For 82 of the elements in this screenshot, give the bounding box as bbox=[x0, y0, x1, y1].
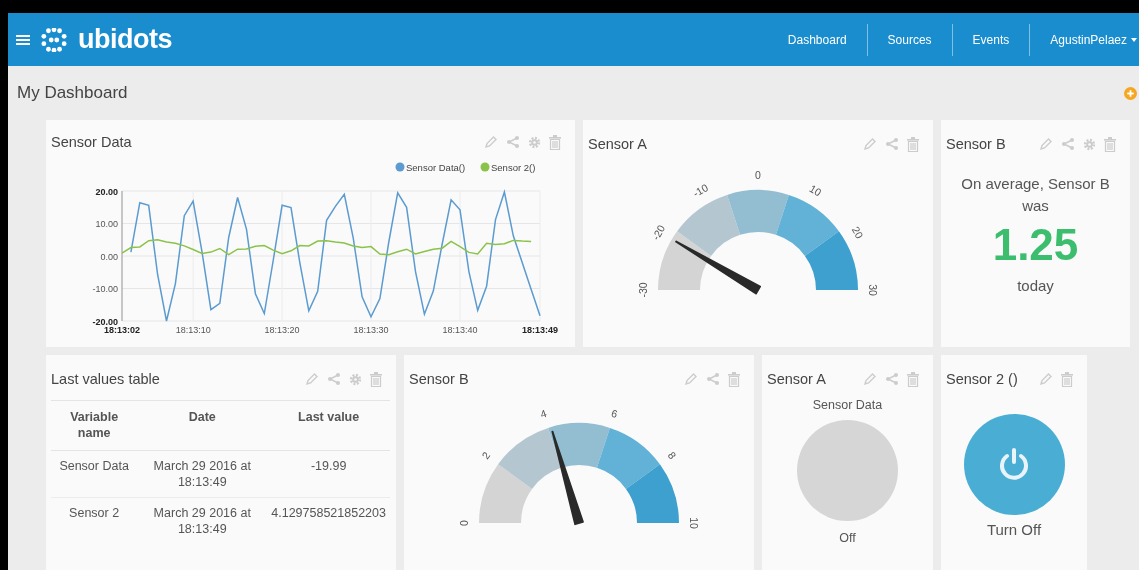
table-cell: Sensor 2 bbox=[51, 497, 138, 545]
gauge-tick-label: 4 bbox=[538, 406, 549, 421]
gauge-tick-label: -10 bbox=[690, 181, 710, 200]
widget-title: Sensor Data bbox=[51, 134, 132, 150]
trash-icon[interactable] bbox=[1104, 136, 1116, 152]
widget-title: Sensor 2 () bbox=[946, 371, 1018, 387]
brand-name[interactable]: ubidots bbox=[78, 24, 172, 55]
table-cell: -19.99 bbox=[267, 450, 390, 498]
table-cell: Sensor Data bbox=[51, 450, 138, 498]
trash-icon[interactable] bbox=[549, 134, 561, 150]
metric-value: 1.25 bbox=[991, 222, 1080, 267]
nav-link[interactable]: Events bbox=[951, 23, 1030, 56]
gear-icon[interactable] bbox=[1083, 137, 1096, 151]
share-icon[interactable] bbox=[885, 137, 899, 151]
x-tick-label: 18:13:10 bbox=[175, 325, 211, 335]
gauge-tick-label: 8 bbox=[665, 449, 679, 462]
gauge-tick-label: 30 bbox=[867, 284, 880, 296]
trash-icon[interactable] bbox=[907, 371, 919, 387]
share-icon[interactable] bbox=[327, 372, 341, 386]
gauge-tick-label: 20 bbox=[849, 224, 866, 241]
gauge-tick-label: 0 bbox=[457, 520, 470, 526]
y-tick-label: 0.00 bbox=[100, 251, 118, 262]
gauge-tick-label: 10 bbox=[688, 517, 701, 529]
pencil-icon[interactable] bbox=[484, 135, 498, 149]
caret-icon bbox=[1131, 37, 1137, 42]
gauge-tick-label: 6 bbox=[609, 406, 620, 421]
gauge-tick-label: 2 bbox=[479, 449, 493, 462]
menu-icon[interactable] bbox=[16, 33, 30, 46]
gauge-tick-label: -30 bbox=[636, 282, 649, 298]
trash-icon[interactable] bbox=[370, 371, 382, 387]
trash-icon[interactable] bbox=[907, 136, 919, 152]
widget-title: Sensor A bbox=[767, 371, 826, 387]
indicator-label: Sensor Data bbox=[812, 398, 883, 412]
column-header: Variable name bbox=[51, 400, 138, 450]
pencil-icon[interactable] bbox=[1039, 372, 1053, 386]
dots-logo-icon bbox=[40, 27, 68, 52]
y-tick-label: 10.00 bbox=[95, 219, 118, 229]
nav-link[interactable]: Sources bbox=[866, 23, 952, 56]
gauge-tick-label: 0 bbox=[755, 168, 761, 181]
gear-icon[interactable] bbox=[528, 135, 541, 149]
y-tick-label: 20.00 bbox=[95, 186, 118, 197]
share-icon[interactable] bbox=[1061, 137, 1075, 151]
column-header: Date bbox=[137, 400, 268, 450]
table-cell: 4.129758521852203 bbox=[267, 497, 390, 545]
pencil-icon[interactable] bbox=[863, 372, 877, 386]
gauge-tick-label: 10 bbox=[807, 182, 824, 199]
column-header: Last value bbox=[267, 400, 390, 450]
widget-title: Sensor B bbox=[946, 136, 1006, 152]
widget-title: Last values table bbox=[51, 371, 160, 387]
switch-label: Turn Off bbox=[986, 521, 1042, 538]
legend-label[interactable]: Sensor 2() bbox=[491, 161, 536, 173]
metric-period: today bbox=[1016, 275, 1055, 296]
legend-label[interactable]: Sensor Data() bbox=[406, 161, 466, 173]
share-icon[interactable] bbox=[706, 372, 720, 386]
pencil-icon[interactable] bbox=[863, 137, 877, 151]
x-tick-label: 18:13:30 bbox=[353, 325, 389, 335]
y-tick-label: -10.00 bbox=[92, 284, 118, 294]
widget-title: Sensor A bbox=[588, 136, 647, 152]
pencil-icon[interactable] bbox=[305, 372, 319, 386]
y-tick-label: -20.00 bbox=[92, 316, 118, 327]
trash-icon[interactable] bbox=[728, 371, 740, 387]
add-icon[interactable] bbox=[1124, 86, 1137, 100]
x-tick-label: 18:13:40 bbox=[442, 325, 478, 335]
x-tick-label: 18:13:20 bbox=[264, 325, 300, 335]
widget-title: Sensor B bbox=[409, 371, 469, 387]
gauge-tick-label: -20 bbox=[649, 222, 668, 242]
table-cell: March 29 2016 at 18:13:49 bbox=[137, 450, 268, 498]
indicator-state: Off bbox=[839, 531, 856, 545]
metric-caption: On average, Sensor B was bbox=[960, 174, 1111, 216]
x-tick-label: 18:13:49 bbox=[522, 325, 558, 335]
page-title: My Dashboard bbox=[17, 83, 128, 103]
x-tick-label: 18:13:02 bbox=[104, 325, 140, 335]
trash-icon[interactable] bbox=[1061, 371, 1073, 387]
pencil-icon[interactable] bbox=[684, 372, 698, 386]
nav-link[interactable]: Dashboard bbox=[767, 23, 867, 56]
share-icon[interactable] bbox=[506, 135, 520, 149]
user-menu[interactable]: AgustinPelaez bbox=[1029, 23, 1139, 56]
table-cell: March 29 2016 at 18:13:49 bbox=[137, 497, 268, 545]
pencil-icon[interactable] bbox=[1039, 137, 1053, 151]
share-icon[interactable] bbox=[885, 372, 899, 386]
power-icon bbox=[997, 446, 1031, 483]
gear-icon[interactable] bbox=[349, 372, 362, 386]
